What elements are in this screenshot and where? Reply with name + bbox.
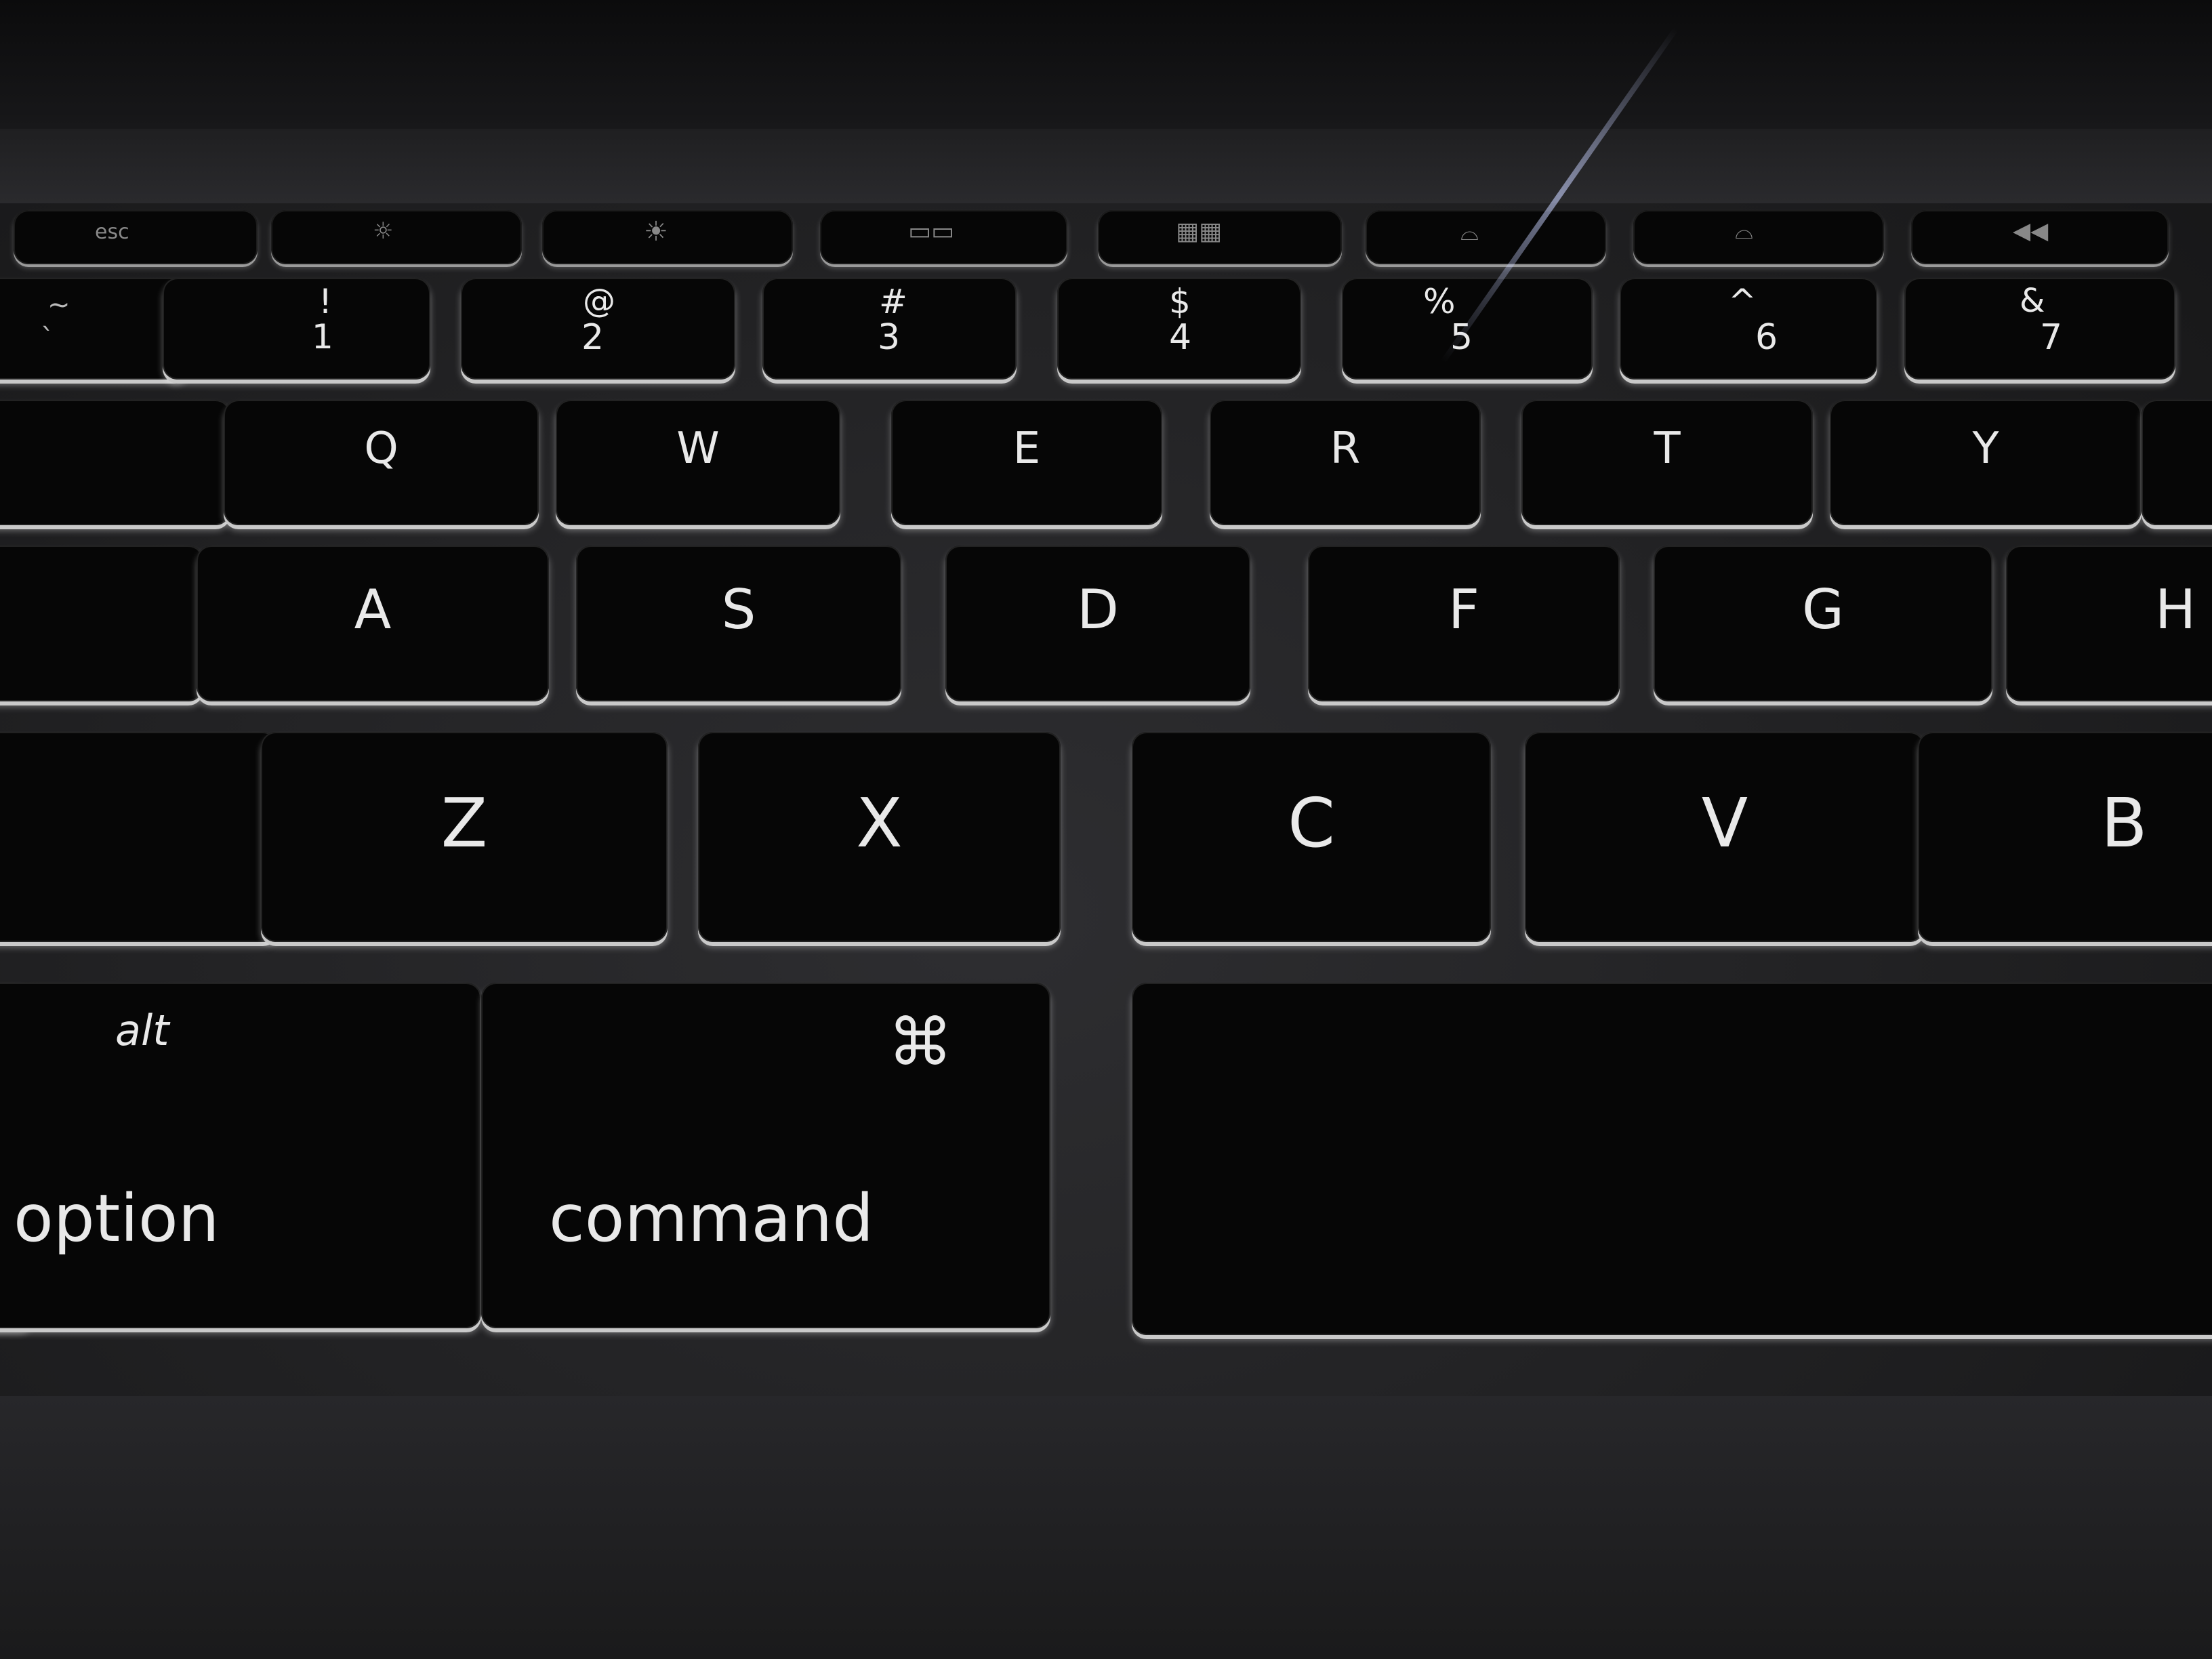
key-command-label: command [549, 1181, 874, 1256]
key-label-t: T [1654, 424, 1681, 474]
key-label-q: Q [364, 424, 398, 474]
key-label-c: C [1288, 783, 1335, 863]
key-z[interactable]: Z [261, 732, 668, 942]
key-tab[interactable] [0, 400, 230, 525]
key-label-a: A [354, 578, 392, 641]
laptop-hinge [0, 129, 2212, 203]
palm-rest [0, 1396, 2212, 1659]
key-top-ampersand: & [2020, 282, 2045, 320]
key-f4[interactable]: ▦▦ [1098, 210, 1342, 264]
key-f[interactable]: F [1308, 546, 1620, 701]
key-h[interactable]: H [2006, 546, 2212, 701]
mission-control-icon: ▭▭ [908, 218, 955, 245]
key-b[interactable]: B [1918, 732, 2212, 942]
key-label-v: V [1701, 783, 1748, 863]
key-esc[interactable]: esc [14, 210, 258, 264]
key-c[interactable]: C [1132, 732, 1491, 942]
key-label-g: G [1802, 578, 1844, 641]
rewind-icon: ◀◀ [2013, 218, 2049, 245]
key-f2[interactable]: ☀ [542, 210, 793, 264]
key-7[interactable]: & 7 [1904, 278, 2175, 380]
key-w[interactable]: W [556, 400, 840, 525]
key-y[interactable]: Y [1830, 400, 2142, 525]
key-f5[interactable]: ⌓ [1366, 210, 1606, 264]
key-v[interactable]: V [1525, 732, 1925, 942]
key-f6[interactable]: ⌓ [1633, 210, 1884, 264]
key-label-z: Z [441, 783, 488, 863]
key-s[interactable]: S [576, 546, 901, 701]
key-bottom-backtick: ` [41, 323, 54, 354]
key-6[interactable]: ^ 6 [1620, 278, 1877, 380]
key-space[interactable] [1132, 983, 2212, 1335]
keyboard-light-up-icon: ⌓ [1735, 218, 1753, 245]
key-option-alt-label: alt [115, 1006, 169, 1055]
key-t[interactable]: T [1521, 400, 1813, 525]
key-label-e: E [1012, 424, 1041, 474]
key-label-y: Y [1972, 424, 1999, 474]
key-option[interactable]: alt option [0, 983, 481, 1328]
photo-scene: esc ☼ ☀ ▭▭ ▦▦ ⌓ ⌓ ◀◀ ~ ` ! 1 @ 2 # 3 $ 4… [0, 0, 2212, 1659]
key-d[interactable]: D [945, 546, 1250, 701]
key-shift[interactable] [0, 732, 278, 942]
key-label-f: F [1448, 578, 1479, 641]
key-4[interactable]: $ 4 [1057, 278, 1301, 380]
key-label-h: H [2155, 578, 2196, 641]
key-backtick[interactable]: ~ ` [0, 278, 190, 380]
key-label-x: X [856, 783, 903, 863]
key-x[interactable]: X [698, 732, 1061, 942]
key-bottom-3: 3 [878, 317, 901, 358]
key-bottom-6: 6 [1755, 317, 1778, 358]
key-top-tilde: ~ [47, 289, 70, 321]
key-label-r: R [1330, 424, 1361, 474]
key-top-hash: # [879, 282, 907, 321]
key-label-s: S [721, 578, 756, 641]
key-option-label: option [14, 1181, 220, 1256]
key-3[interactable]: # 3 [762, 278, 1017, 380]
key-top-percent: % [1423, 282, 1456, 321]
key-u[interactable] [2142, 400, 2212, 525]
key-top-dollar: $ [1169, 282, 1191, 321]
key-label-b: B [2101, 783, 2148, 863]
brightness-down-icon: ☼ [373, 218, 394, 245]
key-bottom-1: 1 [312, 317, 333, 356]
key-bottom-7: 7 [2040, 317, 2063, 358]
key-e[interactable]: E [891, 400, 1162, 525]
key-1[interactable]: ! 1 [163, 278, 430, 380]
key-f7[interactable]: ◀◀ [1911, 210, 2169, 264]
key-bottom-2: 2 [581, 317, 605, 358]
screen-bezel [0, 0, 2212, 129]
key-bottom-4: 4 [1169, 317, 1192, 358]
key-f3[interactable]: ▭▭ [820, 210, 1067, 264]
key-label-esc: esc [95, 220, 129, 244]
key-r[interactable]: R [1210, 400, 1481, 525]
key-command[interactable]: ⌘ command [481, 983, 1050, 1328]
key-label-w: W [676, 424, 720, 474]
keyboard-light-down-icon: ⌓ [1460, 219, 1479, 246]
key-g[interactable]: G [1654, 546, 1992, 701]
key-q[interactable]: Q [224, 400, 539, 525]
launchpad-icon: ▦▦ [1176, 218, 1223, 245]
key-caps-lock[interactable] [0, 546, 203, 701]
key-a[interactable]: A [197, 546, 549, 701]
key-2[interactable]: @ 2 [461, 278, 735, 380]
key-top-caret: ^ [1728, 282, 1757, 321]
command-icon: ⌘ [888, 1004, 953, 1080]
key-top-at: @ [583, 282, 615, 320]
brightness-up-icon: ☀ [644, 216, 668, 247]
key-label-d: D [1077, 578, 1119, 641]
key-top-exclaim: ! [319, 282, 333, 321]
key-f1[interactable]: ☼ [271, 210, 522, 264]
